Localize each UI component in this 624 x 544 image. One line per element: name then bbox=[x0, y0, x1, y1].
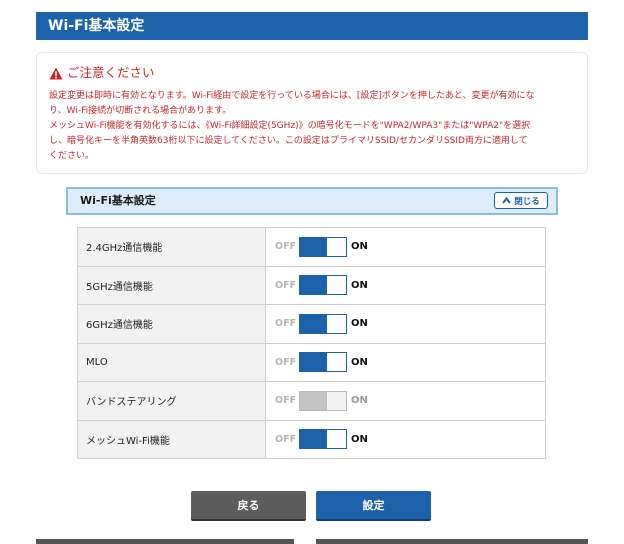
notice-title-text: ご注意ください bbox=[67, 65, 155, 80]
toggle-6ghz: OFF ON bbox=[266, 313, 545, 334]
switch-mlo[interactable] bbox=[299, 352, 347, 373]
toggle-band-steering: OFF ON bbox=[266, 390, 545, 411]
toggle-5ghz: OFF ON bbox=[266, 275, 545, 296]
toggle-on-label: ON bbox=[351, 395, 368, 407]
notice-line: メッシュWi-Fi機能を有効化するには、《Wi-Fi詳細設定(5GHz)》の暗号… bbox=[49, 121, 531, 131]
switch-6ghz[interactable] bbox=[299, 313, 347, 334]
close-section-button[interactable]: 閉じる bbox=[494, 192, 548, 209]
setting-row-5ghz: 5GHz通信機能 OFF ON bbox=[77, 265, 546, 305]
notice-line: り、Wi-Fi接続が切断される場合があります。 bbox=[49, 106, 232, 116]
toggle-on-label: ON bbox=[351, 241, 368, 253]
switch-mesh-wifi[interactable] bbox=[299, 429, 347, 450]
setting-row-2-4ghz: 2.4GHz通信機能 OFF ON bbox=[77, 227, 546, 267]
setting-label: 5GHz通信機能 bbox=[77, 265, 266, 305]
setting-row-band-steering: バンドステアリング OFF ON bbox=[77, 381, 546, 421]
notice-title: ご注意ください bbox=[49, 63, 575, 83]
bottom-bar-left bbox=[36, 539, 294, 544]
toggle-on-label: ON bbox=[351, 356, 368, 368]
setting-label: 2.4GHz通信機能 bbox=[77, 227, 266, 267]
toggle-off-label: OFF bbox=[275, 395, 297, 407]
setting-row-mlo: MLO OFF ON bbox=[77, 342, 546, 382]
toggle-2-4ghz: OFF ON bbox=[266, 236, 545, 257]
switch-knob bbox=[326, 430, 346, 449]
toggle-on-label: ON bbox=[351, 433, 368, 445]
notice-box: ご注意ください 設定変更は即時に有効となります。Wi-Fi経由で設定を行っている… bbox=[36, 52, 588, 174]
notice-text: 設定変更は即時に有効となります。Wi-Fi経由で設定を行っている場合には、[設定… bbox=[49, 89, 575, 164]
setting-row-mesh-wifi: メッシュWi-Fi機能 OFF ON bbox=[77, 419, 546, 459]
toggle-off-label: OFF bbox=[275, 279, 297, 291]
notice-line: し、暗号化キーを半角英数63桁以下に設定してください。この設定はプライマリSSI… bbox=[49, 136, 528, 146]
toggle-on-label: ON bbox=[351, 279, 368, 291]
toggle-mlo: OFF ON bbox=[266, 352, 545, 373]
back-button[interactable]: 戻る bbox=[191, 491, 306, 521]
switch-knob bbox=[326, 276, 346, 295]
switch-5ghz[interactable] bbox=[299, 275, 347, 296]
close-section-label: 閉じる bbox=[514, 196, 540, 207]
toggle-off-label: OFF bbox=[275, 318, 297, 330]
apply-settings-button[interactable]: 設定 bbox=[316, 491, 431, 521]
switch-band-steering bbox=[299, 390, 347, 411]
switch-knob bbox=[326, 314, 346, 333]
bottom-bar-right bbox=[316, 539, 588, 544]
toggle-off-label: OFF bbox=[275, 356, 297, 368]
section-title: Wi-Fi基本設定 bbox=[80, 194, 156, 207]
setting-label: 6GHz通信機能 bbox=[77, 304, 266, 344]
switch-knob bbox=[326, 237, 346, 256]
notice-line: 設定変更は即時に有効となります。Wi-Fi経由で設定を行っている場合には、[設定… bbox=[49, 91, 535, 101]
settings-table: 2.4GHz通信機能 OFF ON 5GHz通信機能 OFF ON 6GHz通信… bbox=[77, 227, 546, 459]
switch-knob bbox=[326, 353, 346, 372]
setting-row-6ghz: 6GHz通信機能 OFF ON bbox=[77, 304, 546, 344]
toggle-off-label: OFF bbox=[275, 433, 297, 445]
toggle-on-label: ON bbox=[351, 318, 368, 330]
switch-2-4ghz[interactable] bbox=[299, 236, 347, 257]
notice-line: ください。 bbox=[49, 151, 95, 161]
page-title: Wi-Fi基本設定 bbox=[48, 18, 145, 34]
toggle-off-label: OFF bbox=[275, 241, 297, 253]
setting-label: バンドステアリング bbox=[77, 381, 266, 421]
setting-label: メッシュWi-Fi機能 bbox=[77, 419, 266, 459]
setting-label: MLO bbox=[77, 342, 266, 382]
switch-knob bbox=[326, 391, 346, 410]
toggle-mesh-wifi: OFF ON bbox=[266, 429, 545, 450]
chevron-up-icon bbox=[502, 197, 512, 204]
warning-icon bbox=[49, 67, 63, 79]
page-header: Wi-Fi基本設定 bbox=[36, 12, 588, 40]
section-header: Wi-Fi基本設定 閉じる bbox=[66, 187, 558, 215]
